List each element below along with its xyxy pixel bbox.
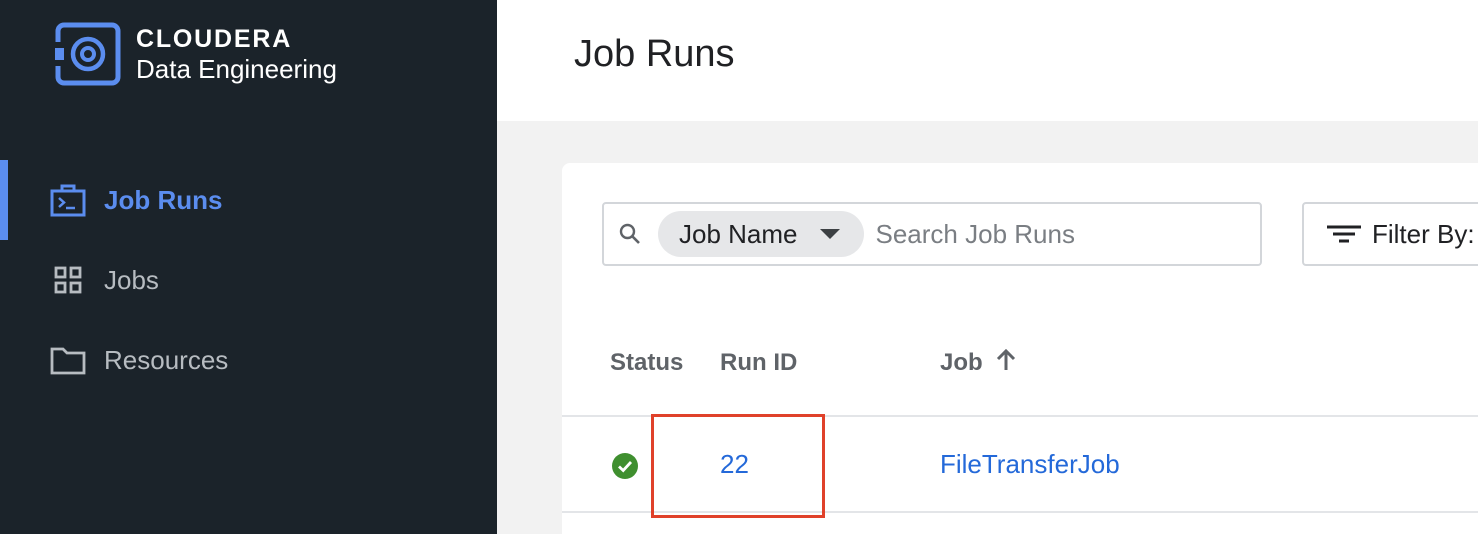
highlight-box xyxy=(651,414,825,518)
sidebar-item-label: Jobs xyxy=(104,264,159,295)
column-header-job[interactable]: Job xyxy=(940,348,1017,377)
brand[interactable]: CLOUDERA Data Engineering xyxy=(55,22,337,86)
page-title: Job Runs xyxy=(574,33,735,75)
page-header: Job Runs xyxy=(497,0,1478,121)
sidebar-nav: Job Runs Jobs Resources xyxy=(0,160,497,400)
sidebar-item-job-runs[interactable]: Job Runs xyxy=(0,160,497,240)
folder-icon xyxy=(50,342,86,378)
main-content: Job Runs Job Name Filter By: Status R xyxy=(497,0,1478,534)
column-header-run-id: Run ID xyxy=(720,349,798,376)
search-bar: Job Name xyxy=(602,202,1262,266)
filter-icon xyxy=(1327,225,1361,243)
sidebar: CLOUDERA Data Engineering Job Runs Jobs … xyxy=(0,0,497,534)
job-name-link[interactable]: FileTransferJob xyxy=(940,449,1120,480)
brand-product: Data Engineering xyxy=(136,54,337,84)
success-check-icon xyxy=(612,453,638,479)
chevron-down-icon xyxy=(819,229,840,239)
column-header-job-label: Job xyxy=(940,349,983,376)
brand-company: CLOUDERA xyxy=(136,25,293,53)
terminal-briefcase-icon xyxy=(50,182,86,218)
filter-by-label: Filter By: xyxy=(1372,218,1475,249)
cloudera-logo-icon xyxy=(55,22,121,86)
arrow-up-icon xyxy=(996,348,1015,370)
sidebar-item-label: Job Runs xyxy=(104,184,223,215)
search-icon xyxy=(619,223,640,244)
search-field-label: Job Name xyxy=(679,218,798,249)
search-input[interactable] xyxy=(875,218,1216,250)
search-field-select[interactable]: Job Name xyxy=(658,211,864,257)
filter-by-button[interactable]: Filter By: xyxy=(1302,202,1478,266)
column-header-status: Status xyxy=(610,349,684,376)
sidebar-item-resources[interactable]: Resources xyxy=(0,320,497,400)
sidebar-item-label: Resources xyxy=(104,344,229,375)
sidebar-item-jobs[interactable]: Jobs xyxy=(0,240,497,320)
table-header: Status Run ID Job xyxy=(562,343,1478,417)
grid-icon xyxy=(50,262,86,298)
